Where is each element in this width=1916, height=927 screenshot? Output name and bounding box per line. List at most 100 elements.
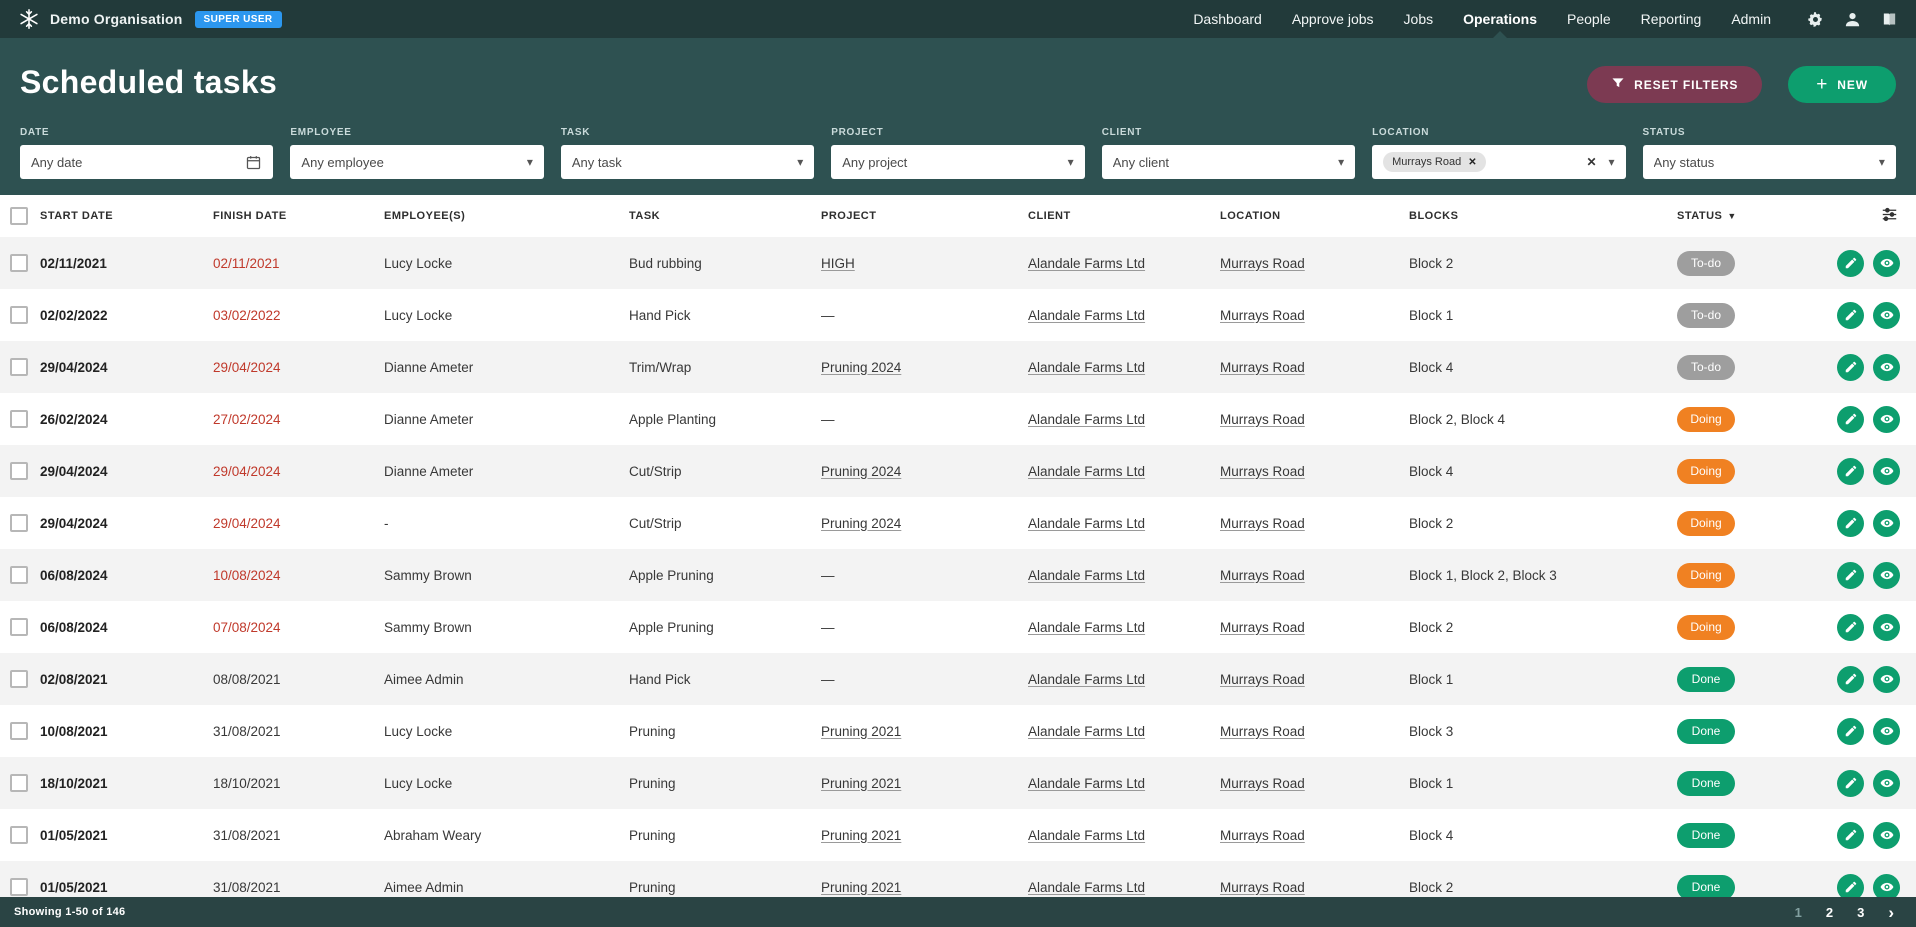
table-row[interactable]: 26/02/2024 27/02/2024 Dianne Ameter Appl…	[0, 393, 1916, 445]
table-row[interactable]: 29/04/2024 29/04/2024 Dianne Ameter Cut/…	[0, 445, 1916, 497]
edit-task-button[interactable]	[1837, 354, 1864, 381]
row-checkbox[interactable]	[10, 514, 28, 532]
client-link[interactable]: Alandale Farms Ltd	[1028, 724, 1145, 739]
client-link[interactable]: Alandale Farms Ltd	[1028, 464, 1145, 479]
nav-item-people[interactable]: People	[1567, 11, 1611, 27]
location-link[interactable]: Murrays Road	[1220, 620, 1305, 635]
location-link[interactable]: Murrays Road	[1220, 412, 1305, 427]
column-header-start[interactable]: START DATE	[40, 210, 213, 222]
column-header-client[interactable]: CLIENT	[1028, 210, 1220, 222]
edit-task-button[interactable]	[1837, 510, 1864, 537]
project-link[interactable]: Pruning 2021	[821, 828, 901, 843]
help-book-icon[interactable]	[1881, 11, 1898, 28]
project-link[interactable]: Pruning 2024	[821, 360, 901, 375]
client-link[interactable]: Alandale Farms Ltd	[1028, 828, 1145, 843]
project-filter-select[interactable]: Any project ▾	[831, 145, 1084, 179]
view-task-button[interactable]	[1873, 250, 1900, 277]
select-all-checkbox[interactable]	[10, 207, 28, 225]
table-row[interactable]: 29/04/2024 29/04/2024 - Cut/Strip Prunin…	[0, 497, 1916, 549]
nav-item-dashboard[interactable]: Dashboard	[1193, 11, 1262, 27]
next-page-button[interactable]: ›	[1888, 904, 1894, 921]
location-link[interactable]: Murrays Road	[1220, 516, 1305, 531]
client-link[interactable]: Alandale Farms Ltd	[1028, 620, 1145, 635]
date-filter-input[interactable]: Any date	[20, 145, 273, 179]
client-link[interactable]: Alandale Farms Ltd	[1028, 516, 1145, 531]
edit-task-button[interactable]	[1837, 458, 1864, 485]
client-filter-select[interactable]: Any client ▾	[1102, 145, 1355, 179]
nav-item-reporting[interactable]: Reporting	[1641, 11, 1702, 27]
location-filter-select[interactable]: Murrays Road ✕ ✕ ▾	[1372, 145, 1625, 179]
table-row[interactable]: 10/08/2021 31/08/2021 Lucy Locke Pruning…	[0, 705, 1916, 757]
view-task-button[interactable]	[1873, 562, 1900, 589]
project-link[interactable]: Pruning 2021	[821, 724, 901, 739]
app-logo-icon[interactable]	[18, 8, 40, 30]
page-button-3[interactable]: 3	[1857, 905, 1864, 920]
location-link[interactable]: Murrays Road	[1220, 308, 1305, 323]
location-link[interactable]: Murrays Road	[1220, 880, 1305, 895]
employee-filter-select[interactable]: Any employee ▾	[290, 145, 543, 179]
table-row[interactable]: 06/08/2024 07/08/2024 Sammy Brown Apple …	[0, 601, 1916, 653]
reset-filters-button[interactable]: RESET FILTERS	[1587, 66, 1762, 103]
location-link[interactable]: Murrays Road	[1220, 568, 1305, 583]
client-link[interactable]: Alandale Farms Ltd	[1028, 412, 1145, 427]
column-header-task[interactable]: TASK	[629, 210, 821, 222]
edit-task-button[interactable]	[1837, 250, 1864, 277]
project-link[interactable]: HIGH	[821, 256, 855, 271]
row-checkbox[interactable]	[10, 878, 28, 896]
clear-filter-icon[interactable]: ✕	[1580, 155, 1602, 169]
client-link[interactable]: Alandale Farms Ltd	[1028, 568, 1145, 583]
row-checkbox[interactable]	[10, 826, 28, 844]
project-link[interactable]: Pruning 2021	[821, 880, 901, 895]
chip-remove-icon[interactable]: ✕	[1468, 157, 1476, 168]
edit-task-button[interactable]	[1837, 406, 1864, 433]
view-task-button[interactable]	[1873, 302, 1900, 329]
settings-gear-icon[interactable]	[1807, 11, 1824, 28]
column-header-project[interactable]: PROJECT	[821, 210, 1028, 222]
row-checkbox[interactable]	[10, 358, 28, 376]
location-link[interactable]: Murrays Road	[1220, 464, 1305, 479]
column-header-status[interactable]: STATUS▼	[1677, 210, 1807, 222]
table-row[interactable]: 18/10/2021 18/10/2021 Lucy Locke Pruning…	[0, 757, 1916, 809]
page-button-2[interactable]: 2	[1826, 905, 1833, 920]
view-task-button[interactable]	[1873, 614, 1900, 641]
column-header-location[interactable]: LOCATION	[1220, 210, 1409, 222]
client-link[interactable]: Alandale Farms Ltd	[1028, 360, 1145, 375]
new-task-button[interactable]: + NEW	[1788, 66, 1896, 103]
table-row[interactable]: 02/02/2022 03/02/2022 Lucy Locke Hand Pi…	[0, 289, 1916, 341]
view-task-button[interactable]	[1873, 354, 1900, 381]
nav-item-operations[interactable]: Operations	[1463, 11, 1537, 27]
view-task-button[interactable]	[1873, 770, 1900, 797]
nav-item-jobs[interactable]: Jobs	[1404, 11, 1434, 27]
table-row[interactable]: 02/08/2021 08/08/2021 Aimee Admin Hand P…	[0, 653, 1916, 705]
location-link[interactable]: Murrays Road	[1220, 672, 1305, 687]
nav-item-approve-jobs[interactable]: Approve jobs	[1292, 11, 1374, 27]
row-checkbox[interactable]	[10, 410, 28, 428]
row-checkbox[interactable]	[10, 566, 28, 584]
edit-task-button[interactable]	[1837, 562, 1864, 589]
row-checkbox[interactable]	[10, 306, 28, 324]
task-filter-select[interactable]: Any task ▾	[561, 145, 814, 179]
view-task-button[interactable]	[1873, 406, 1900, 433]
status-filter-select[interactable]: Any status ▾	[1643, 145, 1896, 179]
view-task-button[interactable]	[1873, 822, 1900, 849]
edit-task-button[interactable]	[1837, 770, 1864, 797]
edit-task-button[interactable]	[1837, 302, 1864, 329]
view-task-button[interactable]	[1873, 718, 1900, 745]
edit-task-button[interactable]	[1837, 718, 1864, 745]
page-button-1[interactable]: 1	[1795, 905, 1802, 920]
table-row[interactable]: 06/08/2024 10/08/2024 Sammy Brown Apple …	[0, 549, 1916, 601]
location-link[interactable]: Murrays Road	[1220, 724, 1305, 739]
client-link[interactable]: Alandale Farms Ltd	[1028, 256, 1145, 271]
project-link[interactable]: Pruning 2024	[821, 516, 901, 531]
client-link[interactable]: Alandale Farms Ltd	[1028, 880, 1145, 895]
column-header-finish[interactable]: FINISH DATE	[213, 210, 384, 222]
column-header-employees[interactable]: EMPLOYEE(S)	[384, 210, 629, 222]
user-account-icon[interactable]	[1844, 11, 1861, 28]
view-task-button[interactable]	[1873, 458, 1900, 485]
location-link[interactable]: Murrays Road	[1220, 360, 1305, 375]
location-link[interactable]: Murrays Road	[1220, 256, 1305, 271]
table-row[interactable]: 29/04/2024 29/04/2024 Dianne Ameter Trim…	[0, 341, 1916, 393]
view-task-button[interactable]	[1873, 510, 1900, 537]
client-link[interactable]: Alandale Farms Ltd	[1028, 776, 1145, 791]
client-link[interactable]: Alandale Farms Ltd	[1028, 308, 1145, 323]
